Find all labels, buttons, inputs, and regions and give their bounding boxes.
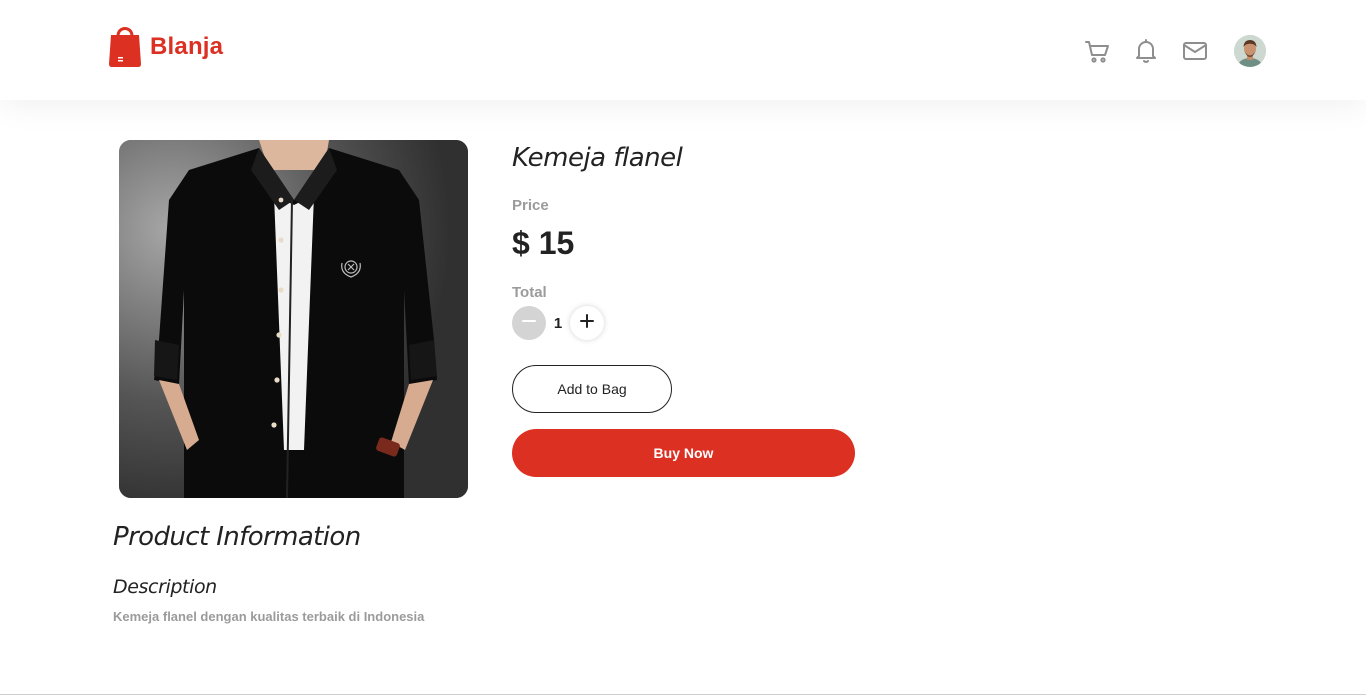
buy-now-button[interactable]: Buy Now (512, 429, 855, 477)
nav-icons (1084, 34, 1266, 68)
shopping-bag-icon (108, 22, 142, 73)
navbar: Blanja (0, 0, 1366, 100)
total-label: Total (512, 284, 547, 301)
quantity-value: 1 (553, 314, 563, 332)
quantity-stepper: 1 (512, 306, 604, 340)
brand-name: Blanja (150, 33, 224, 60)
description-title: Description (113, 576, 217, 598)
page-divider (0, 694, 1366, 695)
minus-icon (521, 313, 537, 334)
increase-quantity-button[interactable] (570, 306, 604, 340)
black-shirt-photo (119, 140, 468, 498)
product-title: Kemeja flanel (512, 143, 683, 173)
mail-icon[interactable] (1182, 38, 1208, 64)
cart-icon[interactable] (1084, 38, 1110, 64)
description-text: Kemeja flanel dengan kualitas terbaik di… (113, 609, 425, 624)
add-to-bag-button[interactable]: Add to Bag (512, 365, 672, 413)
bell-icon[interactable] (1133, 38, 1159, 64)
plus-icon (579, 313, 595, 334)
product-information-title: Product Information (113, 522, 361, 552)
user-avatar[interactable] (1234, 35, 1266, 67)
price-value: $ 15 (512, 225, 575, 261)
decrease-quantity-button[interactable] (512, 306, 546, 340)
brand-logo[interactable]: Blanja (108, 24, 223, 70)
price-label: Price (512, 197, 549, 214)
